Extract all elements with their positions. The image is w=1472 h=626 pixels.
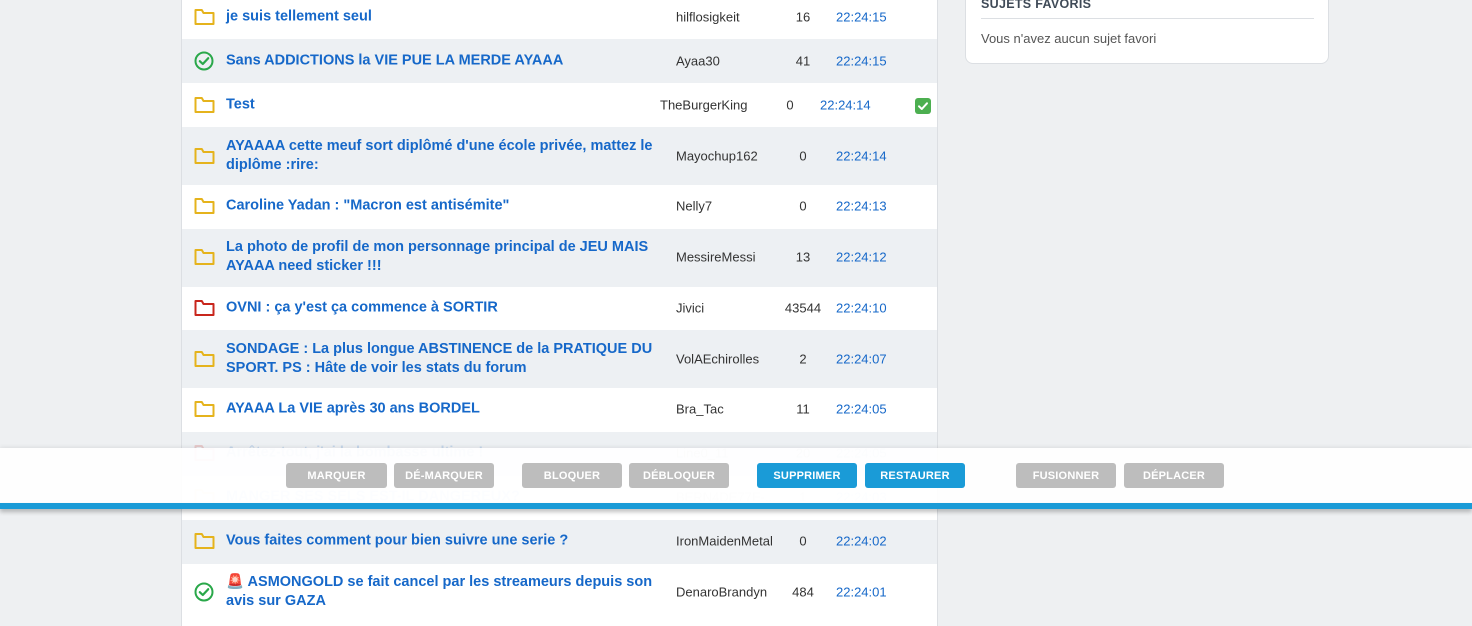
topic-reply-count: 0	[799, 198, 807, 214]
topic-reply-count: 484	[792, 584, 814, 600]
topic-list: je suis tellement seul hilflosigkeit 16 22:…	[181, 0, 938, 626]
topic-author[interactable]: DenaroBrandyn	[676, 585, 767, 600]
topic-row[interactable]: Test TheBurgerKing 0 22:24:14	[182, 83, 937, 127]
topic-row[interactable]: Sans ADDICTIONS la VIE PUE LA MERDE AYAA…	[182, 39, 937, 83]
topic-row[interactable]: Caroline Yadan : "Macron est antisémite"…	[182, 185, 937, 229]
topic-author[interactable]: Bra_Tac	[676, 402, 724, 417]
favorites-empty-text: Vous n'avez aucun sujet favori	[981, 31, 1157, 46]
unmark-button[interactable]: DÉ-MARQUER	[394, 463, 494, 488]
moderation-toolbar: MARQUER DÉ-MARQUER BLOQUER DÉBLOQUER SUP…	[0, 448, 1472, 503]
folder-yellow-icon	[194, 532, 215, 550]
topic-title-link[interactable]: OVNI : ça y'est ça commence à SORTIR	[226, 299, 656, 318]
topic-reply-count: 43544	[784, 300, 822, 316]
unblock-button[interactable]: DÉBLOQUER	[629, 463, 729, 488]
toolbar-accent-line	[0, 503, 1472, 509]
topic-last-message-time[interactable]: 22:24:05	[836, 402, 887, 417]
topic-title-link[interactable]: Vous faites comment pour bien suivre une…	[226, 532, 656, 551]
topic-reply-count: 0	[786, 97, 794, 113]
topic-last-message-time[interactable]: 22:24:01	[836, 585, 887, 600]
folder-yellow-icon	[194, 8, 215, 26]
topic-last-message-time[interactable]: 22:24:10	[836, 301, 887, 316]
topic-author[interactable]: Ayaa30	[676, 54, 720, 69]
topic-row[interactable]: AYAAA La VIE après 30 ans BORDEL Bra_Tac 1…	[182, 388, 937, 432]
topic-row[interactable]: SONDAGE : La plus longue ABSTINENCE de l…	[182, 330, 937, 388]
topic-title-link[interactable]: 🚨 ASMONGOLD se fait cancel par les strea…	[226, 573, 656, 611]
topic-last-message-time[interactable]: 22:24:15	[836, 10, 887, 25]
topic-author[interactable]: MessireMessi	[676, 250, 755, 265]
block-button[interactable]: BLOQUER	[522, 463, 622, 488]
topic-last-message-time[interactable]: 22:24:14	[820, 98, 871, 113]
favorites-heading: SUJETS FAVORIS	[981, 0, 1092, 11]
folder-yellow-icon	[194, 197, 215, 215]
restore-button[interactable]: RESTAURER	[865, 463, 965, 488]
topic-author[interactable]: Mayochup162	[676, 149, 758, 164]
merge-button[interactable]: FUSIONNER	[1016, 463, 1116, 488]
topic-title-link[interactable]: Test	[226, 96, 656, 115]
topic-row[interactable]: AYAAAA cette meuf sort diplômé d'une éco…	[182, 127, 937, 185]
favorites-panel: SUJETS FAVORIS Vous n'avez aucun sujet f…	[965, 0, 1329, 64]
topic-reply-count: 16	[795, 9, 811, 25]
resolved-check-icon	[194, 51, 214, 71]
move-button[interactable]: DÉPLACER	[1124, 463, 1224, 488]
select-checkbox[interactable]	[915, 98, 931, 114]
topic-title-link[interactable]: je suis tellement seul	[226, 8, 656, 27]
resolved-check-icon	[194, 582, 214, 602]
topic-last-message-time[interactable]: 22:24:07	[836, 352, 887, 367]
divider	[981, 18, 1314, 19]
topic-last-message-time[interactable]: 22:24:12	[836, 250, 887, 265]
topic-title-link[interactable]: Caroline Yadan : "Macron est antisémite"	[226, 197, 656, 216]
topic-author[interactable]: hilflosigkeit	[676, 10, 740, 25]
folder-yellow-icon	[194, 248, 215, 266]
topic-author[interactable]: TheBurgerKing	[660, 98, 747, 113]
topic-reply-count: 0	[799, 533, 807, 549]
mark-button[interactable]: MARQUER	[286, 463, 387, 488]
topic-title-link[interactable]: La photo de profil de mon personnage pri…	[226, 238, 656, 276]
topic-reply-count: 2	[799, 351, 807, 367]
topic-row[interactable]: Vous faites comment pour bien suivre une…	[182, 520, 937, 564]
topic-reply-count: 0	[799, 148, 807, 164]
topic-title-link[interactable]: SONDAGE : La plus longue ABSTINENCE de l…	[226, 340, 656, 378]
folder-yellow-icon	[194, 350, 215, 368]
topic-last-message-time[interactable]: 22:24:02	[836, 534, 887, 549]
topic-title-link[interactable]: Sans ADDICTIONS la VIE PUE LA MERDE AYAA…	[226, 52, 656, 71]
topic-row[interactable]: La photo de profil de mon personnage pri…	[182, 229, 937, 287]
topic-row[interactable]: OVNI : ça y'est ça commence à SORTIR Jivi…	[182, 287, 937, 330]
topic-reply-count: 11	[796, 401, 810, 417]
delete-button[interactable]: SUPPRIMER	[757, 463, 857, 488]
topic-author[interactable]: Jivici	[676, 301, 704, 316]
topic-author[interactable]: Nelly7	[676, 199, 712, 214]
folder-yellow-icon	[194, 96, 215, 114]
topic-row[interactable]: 🚨 ASMONGOLD se fait cancel par les strea…	[182, 564, 937, 622]
topic-reply-count: 41	[795, 53, 811, 69]
topic-title-link[interactable]: AYAAAA cette meuf sort diplômé d'une éco…	[226, 137, 656, 175]
topic-last-message-time[interactable]: 22:24:14	[836, 149, 887, 164]
folder-red-icon	[194, 299, 215, 317]
topic-last-message-time[interactable]: 22:24:15	[836, 54, 887, 69]
topic-title-link[interactable]: AYAAA La VIE après 30 ans BORDEL	[226, 400, 656, 419]
topic-author[interactable]: VolAEchirolles	[676, 352, 759, 367]
folder-yellow-icon	[194, 400, 215, 418]
topic-author[interactable]: IronMaidenMetal	[676, 534, 773, 549]
folder-yellow-icon	[194, 147, 215, 165]
topic-reply-count: 13	[795, 249, 811, 265]
topic-row[interactable]: je suis tellement seul hilflosigkeit 16 22:…	[182, 0, 937, 39]
topic-last-message-time[interactable]: 22:24:13	[836, 199, 887, 214]
